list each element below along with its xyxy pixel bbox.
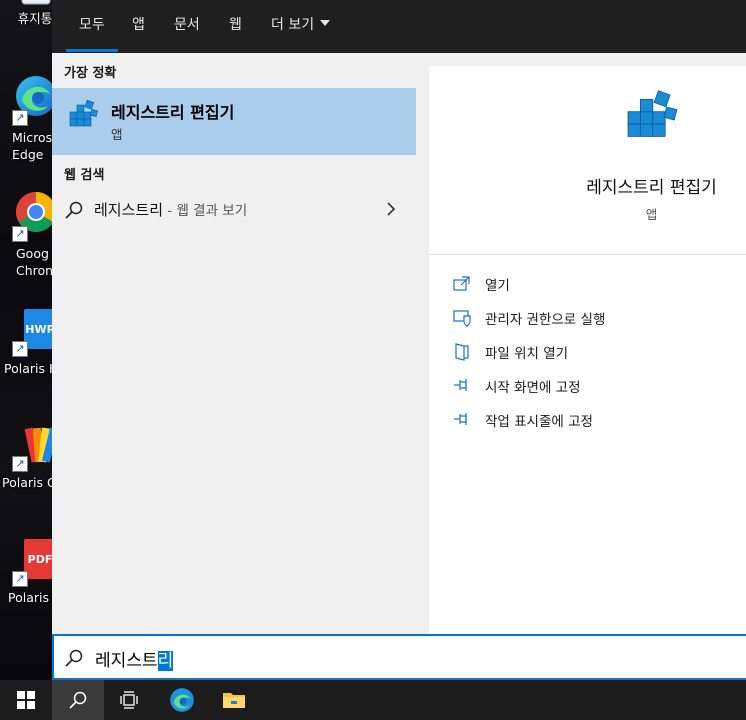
web-query: 레지스트리 — [94, 201, 164, 219]
action-open-file-location[interactable]: 파일 위치 열기 — [453, 340, 733, 364]
open-icon — [453, 276, 470, 291]
action-label: 시작 화면에 고정 — [485, 380, 581, 396]
edge-icon — [170, 688, 194, 712]
folder-icon — [223, 693, 245, 708]
start-button[interactable] — [0, 680, 52, 720]
web-result-text: 레지스트리 - 웹 결과 보기 — [94, 199, 247, 220]
action-open[interactable]: 열기 — [453, 272, 733, 296]
desktop: 휴지통 ↗ Micros Edge ↗ Goog Chron HWP ↗ Pol… — [0, 0, 52, 680]
file-explorer-button[interactable] — [208, 680, 260, 720]
chevron-right-icon[interactable] — [383, 200, 399, 218]
best-match-result[interactable]: 레지스트리 편집기 앱 — [52, 88, 416, 155]
tab-apps[interactable]: 앱 — [132, 14, 145, 38]
search-icon — [65, 201, 83, 219]
search-button[interactable] — [52, 680, 104, 720]
web-search-result[interactable]: 레지스트리 - 웹 결과 보기 — [52, 189, 416, 229]
best-match-subtitle: 앱 — [111, 127, 123, 142]
desktop-icon-label: 휴지통 — [17, 11, 52, 26]
search-icon — [65, 649, 83, 667]
web-search-header: 웹 검색 — [64, 168, 105, 183]
search-typed-text: 레지스트 — [95, 651, 158, 671]
file-location-icon — [455, 343, 469, 361]
search-icon — [69, 691, 87, 709]
action-label: 열기 — [485, 278, 510, 294]
action-label: 파일 위치 열기 — [485, 346, 569, 362]
tab-documents[interactable]: 문서 — [174, 14, 200, 38]
shortcut-arrow-icon: ↗ — [12, 456, 28, 472]
shortcut-arrow-icon: ↗ — [12, 341, 28, 357]
edge-taskbar-button[interactable] — [156, 680, 208, 720]
web-query-suffix: - 웹 결과 보기 — [163, 203, 248, 219]
taskbar — [0, 680, 746, 720]
shortcut-arrow-icon: ↗ — [12, 571, 28, 587]
best-match-title: 레지스트리 편집기 — [111, 103, 235, 122]
action-pin-to-taskbar[interactable]: 작업 표시줄에 고정 — [453, 408, 733, 432]
search-scope-tabs: 모두 앱 문서 웹 더 보기 — [52, 0, 746, 53]
action-label: 관리자 권한으로 실행 — [485, 312, 606, 328]
action-pin-to-start[interactable]: 시작 화면에 고정 — [453, 374, 733, 398]
task-view-button[interactable] — [104, 680, 156, 720]
results-list: 가장 정확 레지스트리 편집기 앱 웹 검색 레지스트리 - 웹 결과 보기 — [52, 53, 416, 634]
action-label: 작업 표시줄에 고정 — [485, 414, 593, 430]
preview-pane: 레지스트리 편집기 앱 열기 관리자 권한으로 실행 파일 위치 열기 시작 화… — [429, 66, 746, 634]
tab-all[interactable]: 모두 — [66, 14, 118, 52]
preview-type: 앱 — [645, 207, 658, 222]
task-view-icon — [120, 691, 138, 709]
svg-text:HWP: HWP — [25, 323, 52, 336]
svg-text:PDF: PDF — [28, 553, 52, 566]
preview-title: 레지스트리 편집기 — [586, 178, 717, 198]
search-selected-text: 리 — [157, 651, 174, 671]
search-panel: 모두 앱 문서 웹 더 보기 가장 정확 레지스트리 편집기 앱 웹 검색 레지… — [52, 0, 746, 680]
registry-editor-icon — [66, 98, 100, 136]
registry-editor-large-icon — [621, 86, 681, 152]
shortcut-arrow-icon: ↗ — [12, 110, 28, 126]
windows-logo-icon — [17, 691, 35, 709]
search-input[interactable]: 레지스트리 — [95, 646, 174, 671]
search-box[interactable]: 레지스트리 — [52, 634, 746, 680]
shield-admin-icon — [453, 310, 471, 327]
best-match-header: 가장 정확 — [64, 66, 117, 81]
action-run-as-admin[interactable]: 관리자 권한으로 실행 — [453, 306, 733, 330]
tab-more-label: 더 보기 — [271, 17, 315, 33]
tab-more[interactable]: 더 보기 — [271, 14, 331, 38]
pin-icon — [454, 379, 467, 391]
chevron-down-icon — [320, 20, 331, 26]
divider — [429, 254, 746, 255]
tab-web[interactable]: 웹 — [229, 14, 242, 38]
pin-icon — [454, 413, 467, 425]
shortcut-arrow-icon: ↗ — [12, 226, 28, 242]
